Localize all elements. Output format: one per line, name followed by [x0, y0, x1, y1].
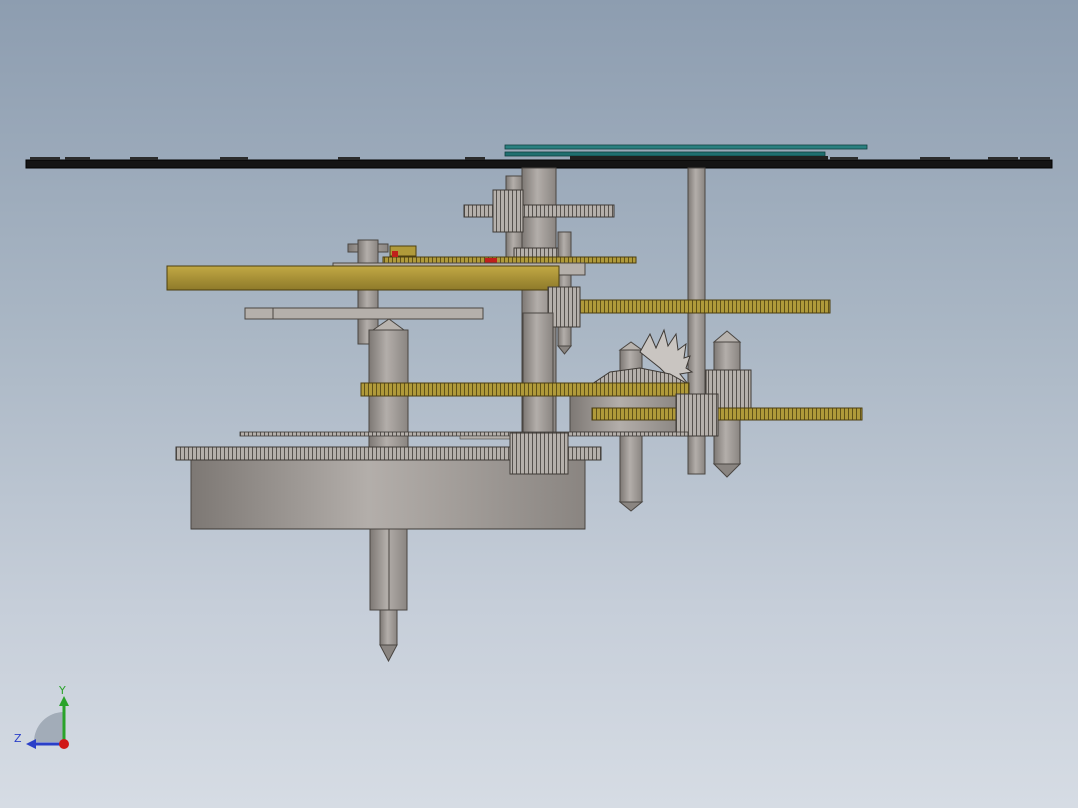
mainspring-barrel[interactable]: [175, 432, 602, 530]
orientation-triad[interactable]: Y Z: [12, 684, 82, 756]
triad-plane-icon: [34, 712, 64, 742]
mechanism-drawing[interactable]: [0, 0, 1078, 808]
top-plate[interactable]: [25, 157, 1053, 169]
teal-plate[interactable]: [504, 144, 868, 160]
y-axis-label: Y: [59, 684, 66, 697]
brass-bridge[interactable]: [166, 265, 560, 291]
fourth-wheel[interactable]: [360, 382, 690, 397]
center-lower-shaft[interactable]: [522, 312, 554, 444]
barrel-arbor[interactable]: [369, 528, 408, 663]
x-axis-icon: [59, 739, 69, 749]
grey-bridge[interactable]: [244, 307, 484, 320]
z-axis-label: Z: [14, 732, 22, 745]
cad-model-viewport[interactable]: Y Z: [0, 0, 1078, 808]
